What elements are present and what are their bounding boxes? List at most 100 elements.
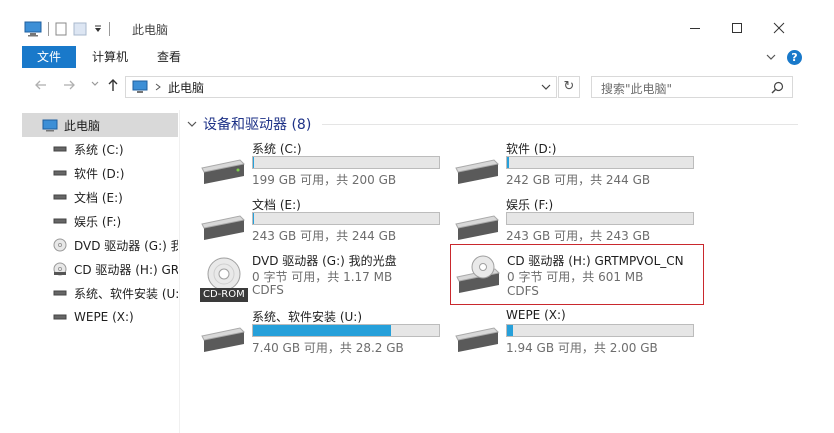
drive-name: DVD 驱动器 (G:) 我的光盘 — [252, 254, 397, 268]
sidebar-item-drive-h[interactable]: CD 驱动器 (H:) GR — [22, 257, 178, 281]
collapse-group-icon[interactable] — [187, 119, 197, 129]
cd-icon — [52, 262, 68, 276]
capacity-fill — [507, 157, 509, 168]
capacity-fill — [253, 325, 391, 336]
sidebar-item-drive-f[interactable]: 娱乐 (F:) — [22, 209, 178, 233]
capacity-fill — [253, 213, 254, 224]
address-location: 此电脑 — [126, 79, 204, 96]
up-button[interactable] — [104, 78, 122, 96]
computer-icon[interactable] — [24, 21, 42, 37]
capacity-bar — [506, 156, 694, 169]
minimize-button[interactable] — [680, 16, 710, 40]
drive-icon — [52, 214, 68, 228]
drive-capacity: 243 GB 可用，共 243 GB — [506, 229, 651, 243]
address-dropdown-icon[interactable] — [540, 81, 552, 93]
forward-button[interactable] — [60, 78, 78, 96]
tab-view[interactable]: 查看 — [157, 46, 181, 68]
breadcrumb-chevron-icon[interactable] — [154, 82, 162, 92]
drive-name: CD 驱动器 (H:) GRTMPVOL_CN — [507, 254, 684, 268]
back-button[interactable] — [32, 78, 50, 96]
drive-icon — [52, 286, 68, 300]
drive-tile-f[interactable]: 娱乐 (F:) 243 GB 可用，共 243 GB — [454, 196, 708, 250]
capacity-bar — [252, 156, 440, 169]
hard-drive-icon — [455, 327, 500, 352]
toolbar-separator — [48, 22, 49, 36]
drive-tile-h[interactable]: CD 驱动器 (H:) GRTMPVOL_CN 0 字节 可用，共 601 MB… — [450, 244, 704, 305]
drive-capacity: 243 GB 可用，共 244 GB — [252, 229, 397, 243]
breadcrumb-item[interactable]: 此电脑 — [168, 79, 204, 96]
capacity-bar — [252, 324, 440, 337]
sidebar-item-drive-u[interactable]: 系统、软件安装 (U: — [22, 281, 178, 305]
arrow-left-icon — [35, 80, 46, 90]
drive-name: 软件 (D:) — [506, 142, 557, 156]
close-button[interactable] — [764, 16, 794, 40]
search-icon[interactable] — [771, 81, 784, 94]
tab-file[interactable]: 文件 — [22, 46, 76, 68]
title-bar: 此电脑 — [0, 0, 834, 44]
quick-access-toolbar — [24, 19, 110, 39]
toolbar-separator — [109, 22, 110, 36]
customize-dropdown-icon[interactable] — [93, 24, 103, 34]
drive-tile-e[interactable]: 文档 (E:) 243 GB 可用，共 244 GB — [200, 196, 454, 250]
sidebar-item-label: CD 驱动器 (H:) GR — [74, 262, 178, 277]
hard-drive-icon — [201, 159, 246, 184]
drive-icon — [52, 142, 68, 156]
tab-computer[interactable]: 计算机 — [92, 46, 128, 68]
minimize-icon — [690, 27, 700, 29]
search-box[interactable]: 搜索"此电脑" — [591, 76, 793, 98]
sidebar-item-drive-d[interactable]: 软件 (D:) — [22, 161, 178, 185]
drive-tile-d[interactable]: 软件 (D:) 242 GB 可用，共 244 GB — [454, 140, 708, 194]
drive-name: WEPE (X:) — [506, 308, 566, 322]
arrow-up-icon — [108, 79, 118, 91]
sidebar-item-label: DVD 驱动器 (G:) 我 — [74, 238, 178, 253]
expand-ribbon-icon[interactable] — [764, 50, 778, 64]
drive-tile-g[interactable]: CD-ROM DVD 驱动器 (G:) 我的光盘 0 字节 可用，共 1.17 … — [200, 252, 454, 306]
drive-filesystem: CDFS — [252, 283, 284, 297]
computer-icon — [42, 118, 58, 132]
address-bar[interactable]: 此电脑 — [125, 76, 557, 98]
cd-drive-icon — [456, 255, 501, 293]
sidebar-item-drive-x[interactable]: WEPE (X:) — [22, 305, 178, 329]
sidebar-item-label: 此电脑 — [64, 118, 101, 133]
drive-capacity: 199 GB 可用，共 200 GB — [252, 173, 397, 187]
help-button[interactable]: ? — [787, 50, 802, 65]
group-divider — [322, 124, 798, 125]
hard-drive-icon — [455, 159, 500, 184]
ribbon-tabs: 文件 计算机 查看 — [0, 44, 834, 68]
drive-icon — [52, 166, 68, 180]
drive-icon — [52, 310, 68, 324]
drive-filesystem: CDFS — [507, 284, 539, 298]
capacity-bar — [252, 212, 440, 225]
sidebar-item-drive-c[interactable]: 系统 (C:) — [22, 137, 178, 161]
arrow-right-icon — [64, 80, 75, 90]
recent-locations-button[interactable] — [86, 78, 104, 96]
sidebar-item-this-pc[interactable]: 此电脑 — [22, 113, 178, 137]
drive-name: 系统 (C:) — [252, 142, 302, 156]
group-header[interactable]: 设备和驱动器 (8) — [187, 114, 311, 134]
capacity-fill — [507, 325, 513, 336]
refresh-button[interactable]: ↻ — [558, 76, 580, 98]
navigation-bar: 此电脑 ↻ 搜索"此电脑" — [0, 72, 834, 102]
new-folder-icon[interactable] — [73, 22, 87, 36]
drive-capacity: 242 GB 可用，共 244 GB — [506, 173, 651, 187]
maximize-icon — [732, 23, 742, 33]
search-input[interactable]: 搜索"此电脑" — [601, 80, 672, 97]
capacity-bar — [506, 324, 694, 337]
content-pane: 设备和驱动器 (8) 系统 (C:) 199 GB 可用，共 200 GB 软件… — [182, 110, 834, 433]
sidebar-item-drive-e[interactable]: 文档 (E:) — [22, 185, 178, 209]
dvd-icon — [52, 238, 68, 252]
chevron-down-icon — [91, 81, 99, 86]
sidebar-item-drive-g[interactable]: DVD 驱动器 (G:) 我 — [22, 233, 178, 257]
drive-tile-c[interactable]: 系统 (C:) 199 GB 可用，共 200 GB — [200, 140, 454, 194]
hard-drive-icon — [201, 215, 246, 240]
maximize-button[interactable] — [722, 16, 752, 40]
navigation-pane: 此电脑 系统 (C:) 软件 (D:) 文档 (E:) 娱乐 (F:) DVD … — [0, 110, 180, 433]
properties-icon[interactable] — [55, 22, 67, 36]
drive-tile-x[interactable]: WEPE (X:) 1.94 GB 可用，共 2.00 GB — [454, 308, 708, 362]
drive-name: 娱乐 (F:) — [506, 198, 554, 212]
sidebar-item-label: 系统 (C:) — [74, 142, 124, 157]
drive-tile-u[interactable]: 系统、软件安装 (U:) 7.40 GB 可用，共 28.2 GB — [200, 308, 454, 362]
sidebar-item-label: 娱乐 (F:) — [74, 214, 122, 229]
drive-capacity: 1.94 GB 可用，共 2.00 GB — [506, 341, 658, 355]
sidebar-item-label: 文档 (E:) — [74, 190, 123, 205]
